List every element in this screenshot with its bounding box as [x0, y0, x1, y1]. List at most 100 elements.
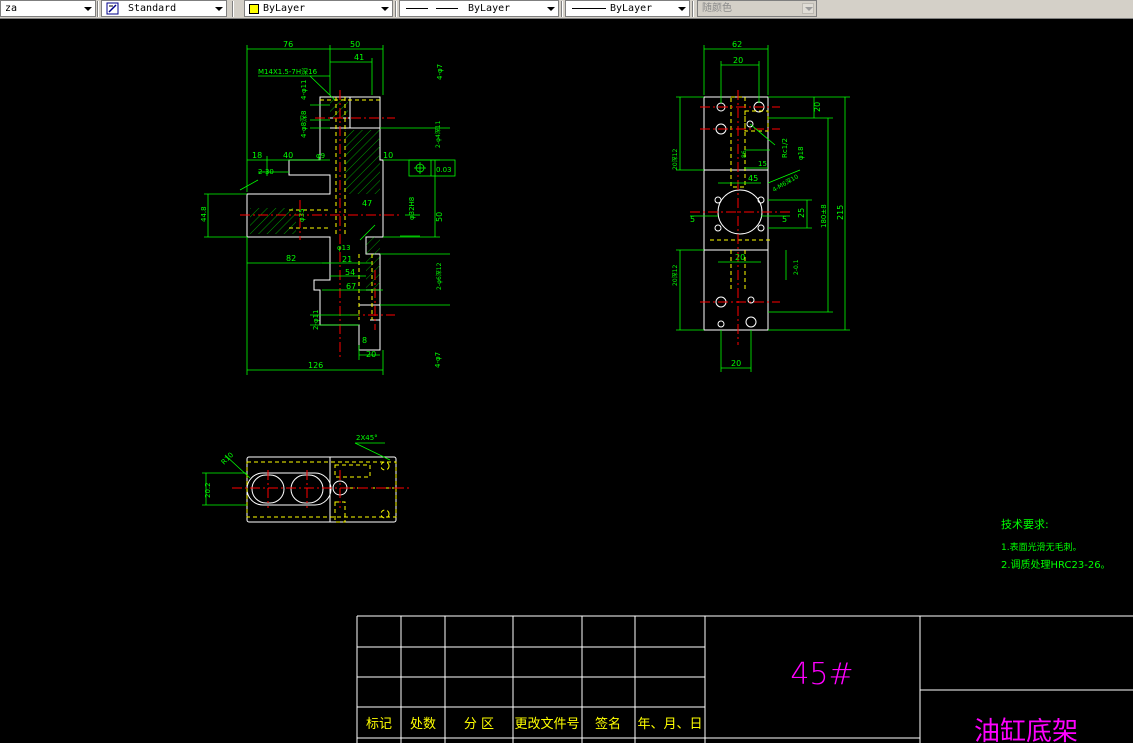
dim-4-phi7-bottom: 4-φ7	[434, 352, 442, 368]
plot-style-combo: 随颜色	[697, 0, 817, 17]
top-view-centerlines	[232, 470, 412, 508]
dim-phi35: φ35	[298, 208, 306, 222]
color-swatch-icon	[249, 4, 259, 14]
dim-4-phi7-top: 4-φ7	[436, 64, 444, 80]
dim-86: 86	[741, 150, 748, 158]
lineweight-value: ByLayer	[610, 3, 653, 14]
dim-2-30: 2-30	[258, 168, 274, 176]
chevron-down-icon[interactable]	[675, 3, 687, 14]
dim-4-phi11: 4-φ11	[300, 79, 308, 100]
dim-20-deep-top: 20深12	[671, 149, 679, 170]
dim-phi13: φ13	[337, 244, 351, 252]
color-combo[interactable]: ByLayer	[244, 0, 393, 17]
properties-toolbar: za Standard ByLayer ByLayer ByLayer 随颜色	[0, 0, 1133, 19]
toolbar-separator	[97, 1, 99, 17]
tech-req-title: 技术要求:	[1001, 518, 1049, 531]
dim-20: 20	[366, 350, 376, 359]
linetype-combo[interactable]: ByLayer	[399, 0, 559, 17]
dim-4-phi8: 4-φ8深8	[299, 110, 308, 138]
title-block: 标记 处数 分 区 更改文件号 签名 年、月、日 45# 油缸底架	[356, 615, 1133, 743]
dim-phi9: φ9	[316, 152, 325, 160]
dim-20-mid: 20	[735, 253, 745, 262]
part-name: 油缸底架	[974, 717, 1078, 743]
tech-req-line2: 2.调质处理HRC23-26。	[1001, 559, 1111, 571]
dim-2-phi6: 2-φ6深12	[435, 262, 443, 290]
material-label: 45#	[790, 657, 853, 692]
dim-r10: R10	[220, 451, 235, 466]
dim-126: 126	[308, 361, 323, 370]
color-value: ByLayer	[263, 3, 306, 14]
top-view-outline	[246, 456, 397, 523]
toolbar-separator	[395, 1, 397, 17]
dim-20-right: 20	[813, 102, 822, 112]
layer-control-value: za	[5, 3, 18, 14]
dim-76: 76	[283, 40, 293, 49]
layer-control-combo[interactable]: za	[0, 0, 96, 17]
dim-50-vertical: 50	[435, 212, 444, 222]
dim-82: 82	[286, 254, 296, 263]
linetype-sample	[436, 8, 458, 9]
chevron-down-icon	[802, 3, 814, 14]
toolbar-separator	[232, 1, 234, 17]
dim-54: 54	[345, 268, 355, 277]
toolbar-separator	[561, 1, 563, 17]
dim-67: 67	[346, 282, 356, 291]
title-col-date: 年、月、日	[637, 717, 702, 732]
tech-req-line1: 1.表面光滑无毛刺。	[1001, 541, 1082, 553]
thread-rc: Rc1/2	[781, 138, 789, 158]
linetype-value: ByLayer	[468, 3, 511, 14]
toolbar-separator	[692, 1, 694, 17]
dim-20-bottom: 20	[731, 359, 741, 368]
side-view: 62 20 20 20深12 Rc1/2 φ18 15 45 4-M6深10 5…	[671, 40, 850, 372]
dim-5-right: 5	[782, 215, 787, 224]
dim-chamfer: 2X45°	[356, 434, 378, 442]
drawing-canvas[interactable]: 76 50 41 M14X1.5-7H深16 4-φ7 4-φ11 4-φ8深8…	[0, 19, 1133, 743]
dim-phi18: φ18	[797, 146, 805, 160]
dim-50: 50	[350, 40, 360, 49]
dim-20-2: 20.2	[204, 482, 212, 498]
text-style-combo[interactable]: Standard	[101, 0, 227, 17]
chevron-down-icon[interactable]	[81, 3, 93, 14]
side-view-outline	[703, 96, 769, 331]
lineweight-sample	[572, 8, 606, 9]
top-view-hidden-lines	[246, 461, 397, 523]
title-col-signature: 签名	[595, 716, 621, 732]
dim-25: 25	[797, 208, 806, 218]
linetype-sample	[406, 8, 428, 9]
dim-2-phi4: 2-φ4深11	[434, 120, 442, 148]
text-style-value: Standard	[128, 3, 177, 14]
plot-style-value: 随颜色	[702, 3, 732, 14]
top-view: 2X45° R10 20.2	[202, 434, 412, 523]
dim-20-top: 20	[733, 56, 743, 65]
dim-2-phi11: 2-φ11	[312, 309, 320, 330]
dim-10: 10	[383, 151, 393, 160]
technical-requirements: 技术要求: 1.表面光滑无毛刺。 2.调质处理HRC23-26。	[1001, 518, 1111, 571]
dim-21: 21	[342, 255, 352, 264]
title-col-mark: 标记	[366, 717, 392, 732]
dim-phi32: φ32H8	[408, 197, 416, 220]
title-col-change-doc: 更改文件号	[514, 717, 579, 732]
lineweight-combo[interactable]: ByLayer	[565, 0, 690, 17]
dim-41: 41	[354, 53, 364, 62]
dim-215: 215	[836, 205, 845, 220]
title-col-zone: 分 区	[464, 717, 494, 732]
dim-62: 62	[732, 40, 742, 49]
chevron-down-icon[interactable]	[212, 3, 224, 14]
text-style-icon	[106, 2, 119, 15]
tolerance-value: 0.03	[436, 166, 452, 174]
dim-5-left: 5	[690, 215, 695, 224]
side-view-centerlines	[690, 90, 790, 345]
dim-40: 40	[283, 151, 293, 160]
chevron-down-icon[interactable]	[378, 3, 390, 14]
dim-15: 15	[758, 160, 767, 168]
dim-8: 8	[362, 336, 367, 345]
front-view: 76 50 41 M14X1.5-7H深16 4-φ7 4-φ11 4-φ8深8…	[200, 40, 456, 375]
dim-2-0-1: 2-0.1	[793, 259, 800, 275]
title-col-count: 处数	[410, 717, 436, 732]
dim-20-deep-bottom: 20深12	[671, 265, 679, 286]
dim-180: 180±8	[820, 204, 828, 228]
chevron-down-icon[interactable]	[544, 3, 556, 14]
dim-44: 44.8	[200, 206, 208, 222]
dim-47: 47	[362, 199, 372, 208]
dim-45: 45	[748, 174, 758, 183]
